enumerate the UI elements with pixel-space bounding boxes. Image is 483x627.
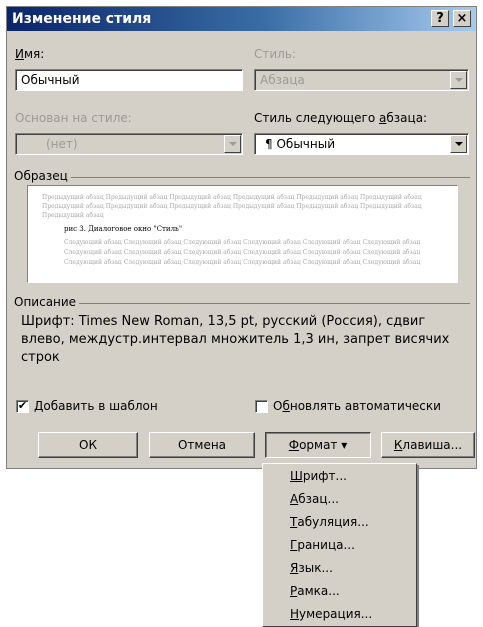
style-type-label: Стиль: [254, 47, 296, 61]
preview-next-line: Следующий абзац Следующий абзац Следующи… [64, 249, 421, 256]
cancel-button[interactable]: Отмена [149, 432, 255, 458]
based-on-dropdown[interactable]: (нет) [15, 133, 243, 155]
add-to-template-label[interactable]: Добавить в шаблон [34, 399, 158, 413]
preview-prev-line: Предыдущий абзац Предыдущий абзац Предыд… [42, 203, 422, 210]
sample-group-line [15, 177, 470, 178]
based-on-value: (нет) [46, 137, 78, 151]
chevron-down-icon [224, 135, 241, 153]
sample-label: Образец [11, 169, 71, 183]
shortcut-key-button[interactable]: Клавиша... [381, 432, 475, 458]
name-label: Имя: [15, 47, 45, 61]
format-button[interactable]: Формат ▾ [265, 432, 371, 458]
preview-current-paragraph: рис 3. Диалоговое окно "Стиль" [64, 225, 183, 233]
description-group-line [15, 303, 470, 304]
add-to-template-checkbox[interactable]: ✔ [16, 400, 29, 413]
next-style-label: Стиль следующего абзаца: [254, 111, 428, 125]
chevron-down-icon [450, 71, 467, 89]
dialog-title: Изменение стиля [12, 11, 152, 27]
menu-item-tabs[interactable]: Табуляция... [290, 515, 369, 529]
pilcrow-icon: ¶ [265, 137, 273, 151]
menu-item-border[interactable]: Граница... [290, 538, 355, 552]
preview-prev-line: Предыдущий абзац Предыдущий абзац Предыд… [42, 194, 422, 201]
menu-item-font[interactable]: Шрифт... [290, 469, 347, 483]
preview-next-line: Следующий абзац Следующий абзац Следующи… [64, 259, 421, 266]
auto-update-checkbox[interactable] [255, 400, 268, 413]
style-type-value: Абзаца [260, 73, 305, 87]
menu-item-paragraph[interactable]: Абзац... [290, 492, 339, 506]
modify-style-dialog: Изменение стиля ? × Имя: Обычный Стиль: … [6, 6, 477, 469]
menu-item-language[interactable]: Язык... [290, 561, 333, 575]
description-text: Шрифт: Times New Roman, 13,5 pt, русский… [21, 314, 450, 365]
menu-item-frame[interactable]: Рамка... [290, 584, 340, 598]
next-style-dropdown[interactable]: ¶ Обычный [254, 133, 469, 155]
auto-update-label[interactable]: Обновлять автоматически [273, 399, 441, 413]
style-type-dropdown[interactable]: Абзаца [254, 69, 469, 91]
based-on-label: Основан на стиле: [15, 111, 132, 125]
chevron-down-icon: ▾ [341, 438, 348, 452]
description-label: Описание [11, 295, 80, 309]
format-menu: Шрифт... Абзац... Табуляция... Граница..… [262, 463, 417, 627]
title-bar: Изменение стиля ? × [7, 7, 476, 31]
name-field[interactable]: Обычный [15, 69, 243, 91]
sample-preview: Предыдущий абзац Предыдущий абзац Предыд… [27, 185, 458, 283]
menu-item-numbering[interactable]: Нумерация... [290, 607, 372, 621]
ok-button[interactable]: ОК [38, 432, 138, 458]
preview-next-line: Следующий абзац Следующий абзац Следующи… [64, 239, 421, 246]
next-style-value: Обычный [276, 137, 335, 151]
close-button[interactable]: × [453, 10, 471, 27]
help-button[interactable]: ? [431, 10, 449, 27]
preview-prev-line: Предыдущий абзац [42, 212, 104, 219]
chevron-down-icon [450, 135, 467, 153]
